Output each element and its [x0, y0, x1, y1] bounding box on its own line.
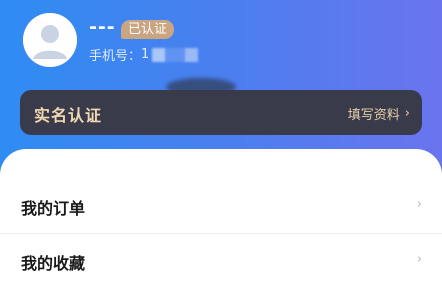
phone-number: 1 [141, 47, 150, 62]
fill-info-link[interactable]: 填写资料 › [348, 104, 410, 123]
phone-mask [152, 47, 199, 62]
menu-item-label: 我的收藏 [21, 254, 86, 273]
menu-panel: 我的订单 › 我的收藏 › [0, 149, 442, 289]
real-name-verify-card[interactable]: 实名认证 填写资料 › [20, 90, 422, 135]
chevron-right-icon: › [416, 197, 422, 212]
verified-badge: 已认证 [121, 20, 175, 39]
menu-item-label: 我的订单 [21, 199, 86, 218]
chevron-right-icon: › [404, 106, 410, 121]
chevron-right-icon: › [416, 252, 422, 267]
user-avatar-icon [23, 13, 77, 67]
verify-title: 实名认证 [34, 106, 103, 125]
phone-label: 手机号： [89, 49, 142, 64]
phone-row: 手机号： 1 [89, 45, 199, 64]
avatar[interactable] [23, 13, 77, 67]
username: --- [89, 16, 116, 38]
menu-item-favorites[interactable]: 我的收藏 › [0, 234, 442, 288]
fill-info-label: 填写资料 [347, 108, 400, 123]
menu-item-orders[interactable]: 我的订单 › [0, 179, 442, 233]
